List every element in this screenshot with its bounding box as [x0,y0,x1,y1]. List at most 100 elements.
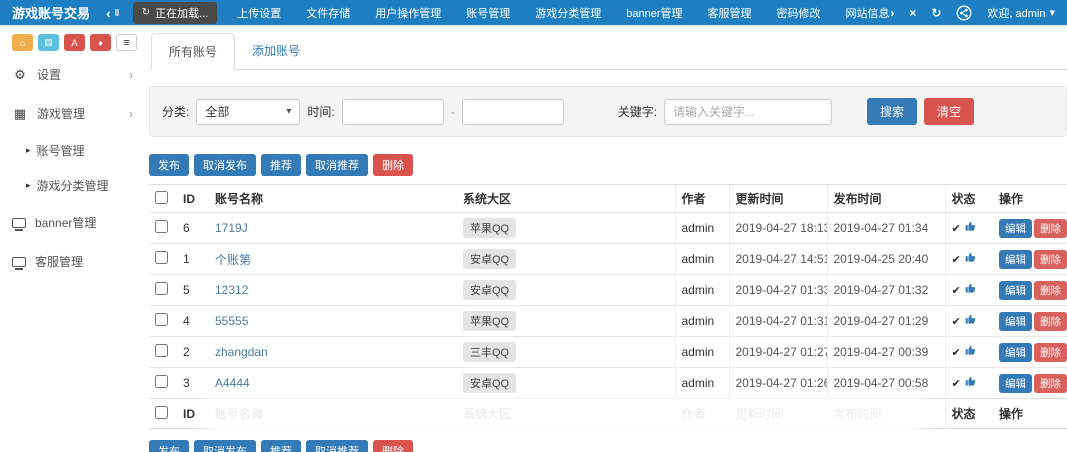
unrecommend-button-bottom[interactable]: 取消推荐 [306,440,368,452]
tab-add-account[interactable]: 添加账号 [235,33,317,69]
table-row[interactable]: 3 A4444 安卓QQ admin 2019-04-27 01:26 2019… [149,368,1067,399]
share-icon[interactable] [956,5,972,21]
cell-updated: 2019-04-27 14:51 [729,244,827,275]
unpublish-button[interactable]: 取消发布 [194,154,256,176]
cell-published: 2019-04-27 01:29 [827,306,945,337]
cell-author: admin [675,306,729,337]
file-quick-button[interactable]: ▤ [38,34,59,51]
close-icon[interactable]: × [909,6,916,20]
hamburger-icon: ≡ [123,37,129,49]
publish-button-bottom[interactable]: 发布 [149,440,189,452]
account-name-link[interactable]: 55555 [215,314,248,328]
account-name-link[interactable]: zhangdan [215,345,268,359]
table-row[interactable]: 2 zhangdan 三丰QQ admin 2019-04-27 01:27 2… [149,337,1067,368]
recommend-button-bottom[interactable]: 推荐 [261,440,301,452]
sidebar-toggle-button[interactable]: ≡ [116,34,137,51]
publish-button[interactable]: 发布 [149,154,189,176]
unrecommend-button[interactable]: 取消推荐 [306,154,368,176]
clear-button[interactable]: 清空 [924,98,974,125]
edit-button[interactable]: 编辑 [999,250,1032,269]
loading-button[interactable]: ↻ 正在加载... [133,2,218,24]
delete-button[interactable]: 删除 [1034,312,1067,331]
sidebar-item-service-mgmt[interactable]: 客服管理 [0,242,145,281]
row-checkbox[interactable] [155,220,168,233]
alert-quick-button[interactable]: ♦ [90,34,111,51]
user-menu[interactable]: 欢迎, admin ▾ [987,5,1055,21]
edit-button[interactable]: 编辑 [999,219,1032,238]
row-checkbox[interactable] [155,344,168,357]
header-actions: 操作 [993,185,1067,213]
time-end-input[interactable] [462,99,564,125]
row-checkbox[interactable] [155,375,168,388]
search-button[interactable]: 搜索 [867,98,917,125]
delete-button[interactable]: 删除 [1034,281,1067,300]
delete-button[interactable]: 删除 [1034,219,1067,238]
delete-button[interactable]: 删除 [1034,374,1067,393]
edit-button[interactable]: 编辑 [999,312,1032,331]
delete-selected-button[interactable]: 删除 [373,154,413,176]
recommend-button[interactable]: 推荐 [261,154,301,176]
edit-button[interactable]: 编辑 [999,374,1032,393]
edit-button[interactable]: 编辑 [999,281,1032,300]
filter-panel: 分类: 全部 ▾ 时间: - 关键字: 搜索 清空 [149,86,1067,137]
cell-published: 2019-04-27 01:34 [827,213,945,244]
account-name-link[interactable]: 12312 [215,283,248,297]
keyword-input[interactable] [664,99,832,125]
sidebar-subitem-label: 账号管理 [37,142,85,159]
account-name-link[interactable]: 1719J [215,221,248,235]
cell-updated: 2019-04-27 18:13 [729,213,827,244]
home-quick-button[interactable]: ⌂ [12,34,33,51]
category-select[interactable]: 全部 ▾ [196,99,300,125]
sidebar-subitem-account-mgmt[interactable]: ▸ 账号管理 [0,133,145,168]
tab-all-accounts[interactable]: 所有账号 [151,33,235,70]
cell-id: 5 [177,275,209,306]
thumbs-up-icon [965,314,976,325]
footer-name: 账号名称 [209,399,457,429]
table-row[interactable]: 4 55555 苹果QQ admin 2019-04-27 01:31 2019… [149,306,1067,337]
nav-item-user-op-mgmt[interactable]: 用户操作管理 [375,5,441,21]
sidebar-item-settings[interactable]: ⚙ 设置 › [0,55,145,94]
nav-item-file-storage[interactable]: 文件存储 [306,5,350,21]
cell-author: admin [675,337,729,368]
delete-button[interactable]: 删除 [1034,250,1067,269]
nav-item-service-mgmt[interactable]: 客服管理 [708,5,752,21]
region-badge: 苹果QQ [463,218,516,238]
check-icon: ✔ [952,285,961,297]
spinner-icon: ↻ [142,7,150,18]
accounts-table-wrap: ID 账号名称 系统大区 作者 更新时间 发布时间 状态 操作 6 1719J [149,184,1067,429]
nav-item-site-info[interactable]: 网站信息 [846,5,890,21]
nav-item-banner-mgmt[interactable]: banner管理 [626,5,682,21]
row-checkbox[interactable] [155,282,168,295]
delete-selected-button-bottom[interactable]: 删除 [373,440,413,452]
delete-button[interactable]: 删除 [1034,343,1067,362]
table-row[interactable]: 1 个账第 安卓QQ admin 2019-04-27 14:51 2019-0… [149,244,1067,275]
account-name-link[interactable]: A4444 [215,376,250,390]
nav-item-upload-settings[interactable]: 上传设置 [237,5,281,21]
lock-quick-button[interactable]: A [64,34,85,51]
time-start-input[interactable] [342,99,444,125]
cell-author: admin [675,244,729,275]
unpublish-button-bottom[interactable]: 取消发布 [194,440,256,452]
row-checkbox[interactable] [155,313,168,326]
select-all-checkbox[interactable] [155,191,168,204]
nav-item-game-category[interactable]: 游戏分类管理 [535,5,601,21]
check-icon: ✔ [952,254,961,266]
nav-item-account-mgmt[interactable]: 账号管理 [466,5,510,21]
nav-item-password-change[interactable]: 密码修改 [777,5,821,21]
refresh-icon[interactable]: ↻ [931,6,941,20]
edit-button[interactable]: 编辑 [999,343,1032,362]
lock-icon: A [71,38,77,48]
check-icon: ✔ [952,347,961,359]
row-checkbox[interactable] [155,251,168,264]
table-row[interactable]: 5 12312 安卓QQ admin 2019-04-27 01:33 2019… [149,275,1067,306]
chevron-right-icon[interactable]: › [890,6,894,20]
sidebar-item-banner-mgmt[interactable]: banner管理 [0,203,145,242]
bulk-actions-bottom: 发布 取消发布 推荐 取消推荐 删除 [149,440,1067,452]
sidebar-subitem-game-category[interactable]: ▸ 游戏分类管理 [0,168,145,203]
time-separator: - [451,105,455,119]
chevron-left-icon[interactable]: ‹ [106,5,111,21]
select-all-checkbox-bottom[interactable] [155,406,168,419]
sidebar-item-game-mgmt[interactable]: ▦ 游戏管理 › [0,94,145,133]
account-name-link[interactable]: 个账第 [215,253,251,267]
table-row[interactable]: 6 1719J 苹果QQ admin 2019-04-27 18:13 2019… [149,213,1067,244]
